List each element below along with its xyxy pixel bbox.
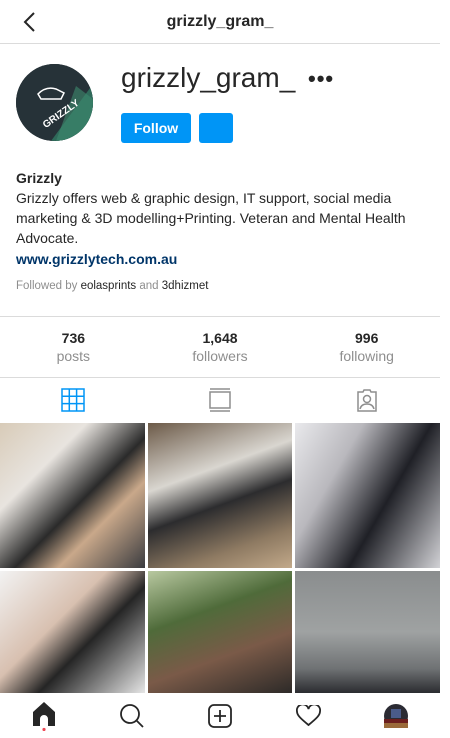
stat-following[interactable]: 996 following — [293, 317, 440, 377]
followed-by: Followed by eolasprints and 3dhizmet — [16, 280, 208, 292]
stat-value: 996 — [355, 330, 379, 346]
follow-button[interactable]: Follow — [121, 113, 191, 143]
stat-value: 1,648 — [202, 330, 238, 346]
bio-text: Grizzly offers web & graphic design, IT … — [16, 190, 406, 246]
nav-home[interactable] — [0, 693, 88, 738]
feed-icon — [209, 388, 231, 412]
nav-new-post[interactable] — [176, 693, 264, 738]
nav-profile[interactable] — [352, 693, 440, 738]
followed-by-and: and — [136, 280, 162, 292]
view-tabs — [0, 378, 440, 422]
stat-value: 736 — [61, 330, 86, 346]
suggested-dropdown-button[interactable] — [199, 113, 233, 143]
posts-grid — [0, 423, 440, 693]
profile-stats: 736 posts 1,648 followers 996 following — [0, 316, 440, 378]
followed-by-prefix: Followed by — [16, 280, 81, 292]
search-icon — [120, 703, 144, 728]
profile-avatar[interactable]: GRIZZLY — [16, 64, 93, 141]
header-title: grizzly_gram_ — [166, 13, 274, 30]
post-thumbnail[interactable] — [148, 423, 292, 568]
follower-link[interactable]: eolasprints — [81, 280, 137, 292]
profile-name: Grizzly — [16, 170, 62, 186]
stat-posts[interactable]: 736 posts — [0, 317, 147, 377]
post-thumbnail[interactable] — [0, 423, 145, 568]
follower-link[interactable]: 3dhizmet — [162, 280, 209, 292]
profile-username: grizzly_gram_ — [121, 62, 296, 93]
nav-search[interactable] — [88, 693, 176, 738]
tagged-icon — [356, 389, 377, 412]
stat-label: following — [339, 348, 394, 364]
post-thumbnail[interactable] — [295, 571, 440, 693]
grid-icon — [61, 388, 86, 412]
top-bar: grizzly_gram_ — [0, 0, 440, 44]
profile-avatar-icon — [384, 703, 408, 728]
post-thumbnail[interactable] — [295, 423, 440, 568]
post-thumbnail[interactable] — [0, 571, 145, 693]
bottom-nav — [0, 693, 440, 738]
stat-followers[interactable]: 1,648 followers — [147, 317, 294, 377]
stat-label: posts — [56, 348, 91, 364]
nav-activity[interactable] — [264, 693, 352, 738]
bio: Grizzly Grizzly offers web & graphic des… — [16, 168, 426, 269]
heart-icon — [295, 704, 321, 726]
add-post-icon — [208, 703, 232, 728]
more-options-button[interactable]: ••• — [308, 66, 334, 92]
home-icon — [33, 701, 55, 731]
stat-label: followers — [192, 348, 248, 364]
website-link[interactable]: www.grizzlytech.com.au — [16, 249, 426, 269]
post-thumbnail[interactable] — [148, 571, 292, 693]
tab-tagged[interactable] — [293, 378, 440, 422]
tab-feed[interactable] — [147, 378, 294, 422]
tab-grid[interactable] — [0, 378, 147, 422]
